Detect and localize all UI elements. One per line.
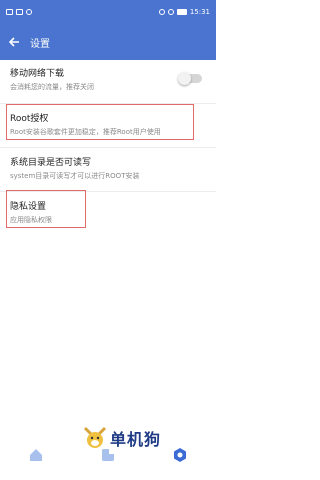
alarm-icon [158, 9, 165, 15]
dog-logo-icon [83, 426, 107, 448]
setting-subtitle: 应用隐私权限 [10, 216, 52, 224]
battery-icon [176, 9, 187, 15]
setting-system-directory[interactable]: 系统目录是否可读写 system目录可读写才可以进行ROOT安装 [0, 148, 216, 192]
setting-title: 系统目录是否可读写 [10, 158, 92, 168]
status-icons-left [6, 9, 32, 15]
toggle-knob [178, 72, 191, 85]
wifi-icon [26, 9, 32, 15]
status-icons-right: 15:31 [158, 8, 210, 16]
settings-list: 移动网络下载 会消耗您的流量，推荐关闭 Root授权 Root安装谷歌套件更加稳… [0, 60, 216, 236]
notification-icon [6, 9, 13, 15]
setting-mobile-download[interactable]: 移动网络下载 会消耗您的流量，推荐关闭 [0, 60, 216, 104]
status-bar: 15:31 [0, 0, 216, 24]
nav-home-button[interactable] [21, 440, 51, 470]
app-bar: 设置 [0, 24, 216, 60]
setting-subtitle: system目录可读写才可以进行ROOT安装 [10, 172, 140, 180]
back-button[interactable] [0, 24, 28, 60]
settings-icon [174, 448, 186, 462]
setting-title: Root授权 [10, 114, 49, 124]
watermark: 单机狗 [82, 425, 161, 451]
setting-subtitle: Root安装谷歌套件更加稳定，推荐Root用户使用 [10, 128, 161, 136]
notification-icon [16, 9, 23, 15]
setting-subtitle: 会消耗您的流量，推荐关闭 [10, 83, 94, 91]
status-time: 15:31 [189, 8, 210, 16]
setting-privacy[interactable]: 隐私设置 应用隐私权限 [0, 192, 216, 236]
setting-title: 隐私设置 [10, 202, 47, 212]
eye-icon [167, 9, 174, 15]
page-title: 设置 [30, 38, 50, 50]
mobile-download-toggle[interactable] [178, 72, 202, 85]
home-icon [30, 449, 42, 461]
watermark-text: 单机狗 [110, 430, 162, 449]
setting-root-authorization[interactable]: Root授权 Root安装谷歌套件更加稳定，推荐Root用户使用 [0, 104, 216, 148]
back-arrow-icon [8, 37, 19, 47]
nav-settings-button[interactable] [165, 440, 195, 470]
setting-title: 移动网络下载 [10, 69, 65, 79]
